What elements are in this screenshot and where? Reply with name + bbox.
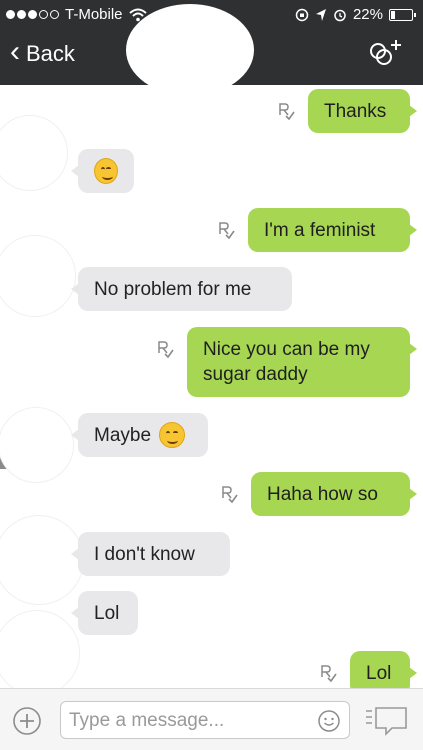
message-list[interactable]: Thanks I'm a feminist No problem for me Nic… <box>0 85 423 696</box>
outgoing-message[interactable]: I'm a feminist <box>248 208 417 252</box>
incoming-message[interactable]: I don't know <box>71 532 230 576</box>
read-receipt-icon <box>219 222 235 240</box>
message-text: No problem for me <box>94 278 252 300</box>
input-bar <box>0 688 423 750</box>
read-receipt-icon <box>158 341 174 359</box>
outgoing-message[interactable]: Haha how so <box>251 472 417 516</box>
read-receipt-icon <box>222 486 238 504</box>
add-to-group-icon[interactable] <box>367 38 403 70</box>
carrier-label: T-Mobile <box>65 6 123 23</box>
quick-reply-icon[interactable] <box>362 705 410 737</box>
outgoing-message[interactable]: Thanks <box>308 89 417 133</box>
incoming-message[interactable]: No problem for me <box>71 267 292 311</box>
message-text: Thanks <box>324 100 387 122</box>
read-receipt-icon <box>279 103 295 121</box>
redaction-mark <box>126 4 254 96</box>
message-text: Lol <box>94 602 120 624</box>
message-text: Maybe <box>94 424 152 446</box>
signal-icon <box>6 10 59 19</box>
avatar[interactable] <box>0 515 84 605</box>
location-icon <box>315 8 326 21</box>
incoming-message[interactable]: Maybe <box>71 413 208 457</box>
incoming-message[interactable]: Lol <box>71 591 138 635</box>
chevron-left-icon: ‹ <box>10 35 20 68</box>
alarm-icon <box>334 9 346 21</box>
wink-emoji-icon <box>159 422 186 448</box>
message-text: Nice you can be my sugar daddy <box>203 339 370 385</box>
outgoing-message[interactable]: Nice you can be my sugar daddy <box>187 327 417 397</box>
plus-icon[interactable] <box>12 706 42 736</box>
message-text: Haha how so <box>267 483 378 505</box>
back-label: Back <box>26 40 75 66</box>
wink-emoji-icon <box>94 158 118 184</box>
avatar[interactable] <box>0 407 74 483</box>
rotation-lock-icon <box>295 8 309 21</box>
battery-icon <box>389 8 416 21</box>
read-receipt-icon <box>321 665 337 683</box>
message-input[interactable] <box>69 708 309 734</box>
incoming-message[interactable] <box>71 149 134 193</box>
avatar[interactable] <box>0 610 80 696</box>
message-text: I'm a feminist <box>264 219 376 241</box>
avatar[interactable] <box>0 115 68 191</box>
emoji-icon[interactable] <box>317 709 341 733</box>
back-button[interactable]: ‹ Back <box>10 35 75 68</box>
battery-percent: 22% <box>352 6 383 23</box>
avatar[interactable] <box>0 235 76 317</box>
message-text: Lol <box>366 662 392 684</box>
message-field[interactable] <box>60 701 350 739</box>
message-text: I don't know <box>94 543 195 565</box>
